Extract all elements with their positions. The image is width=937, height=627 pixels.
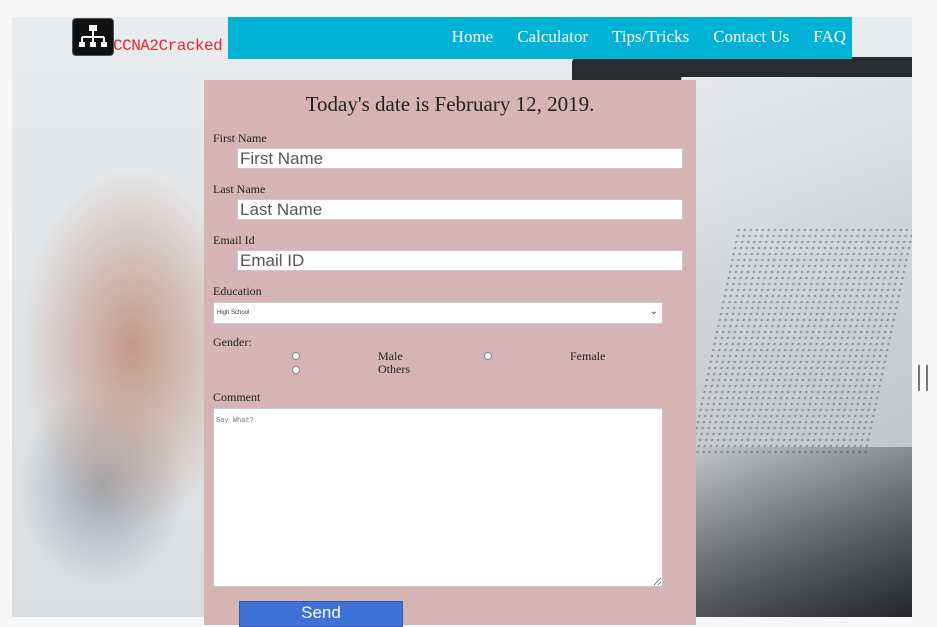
email-label: Email Id xyxy=(213,233,255,247)
resize-handle[interactable] xyxy=(918,365,928,391)
nav-calculator[interactable]: Calculator xyxy=(517,27,588,47)
nav-contact-us[interactable]: Contact Us xyxy=(713,27,789,47)
last-name-label: Last Name xyxy=(213,182,266,196)
comment-textarea[interactable] xyxy=(213,408,663,587)
send-button[interactable]: Send xyxy=(239,601,403,627)
education-selected-value: High School xyxy=(217,310,250,316)
date-heading: Today's date is February 12, 2019. xyxy=(305,92,595,116)
nav-home[interactable]: Home xyxy=(452,27,494,47)
nav-faq[interactable]: FAQ xyxy=(813,27,846,47)
education-select[interactable]: High School ⌄ xyxy=(213,302,663,324)
gender-male-radio[interactable] xyxy=(292,352,300,360)
network-topology-icon[interactable] xyxy=(72,18,114,56)
nav-tips-tricks[interactable]: Tips/Tricks xyxy=(612,27,689,47)
laptop-edge-shadow xyxy=(672,447,912,617)
first-name-label: First Name xyxy=(213,131,267,145)
comment-label: Comment xyxy=(213,390,261,404)
chevron-down-icon: ⌄ xyxy=(649,306,658,317)
last-name-input[interactable] xyxy=(237,199,683,220)
gender-others-radio[interactable] xyxy=(292,366,300,374)
first-name-input[interactable] xyxy=(237,148,683,169)
email-input[interactable] xyxy=(237,250,683,271)
top-navbar: Home Calculator Tips/Tricks Contact Us F… xyxy=(228,17,852,59)
education-label: Education xyxy=(213,284,262,298)
gender-female-radio[interactable] xyxy=(484,352,492,360)
gender-female-label: Female xyxy=(570,349,606,363)
brand-name[interactable]: CCNA2Cracked xyxy=(113,37,223,55)
gender-others-label: Others xyxy=(378,362,410,376)
registration-form: Today's date is February 12, 2019. First… xyxy=(204,80,696,627)
nav-links: Home Calculator Tips/Tricks Contact Us F… xyxy=(452,27,846,47)
gender-label: Gender: xyxy=(213,335,252,349)
